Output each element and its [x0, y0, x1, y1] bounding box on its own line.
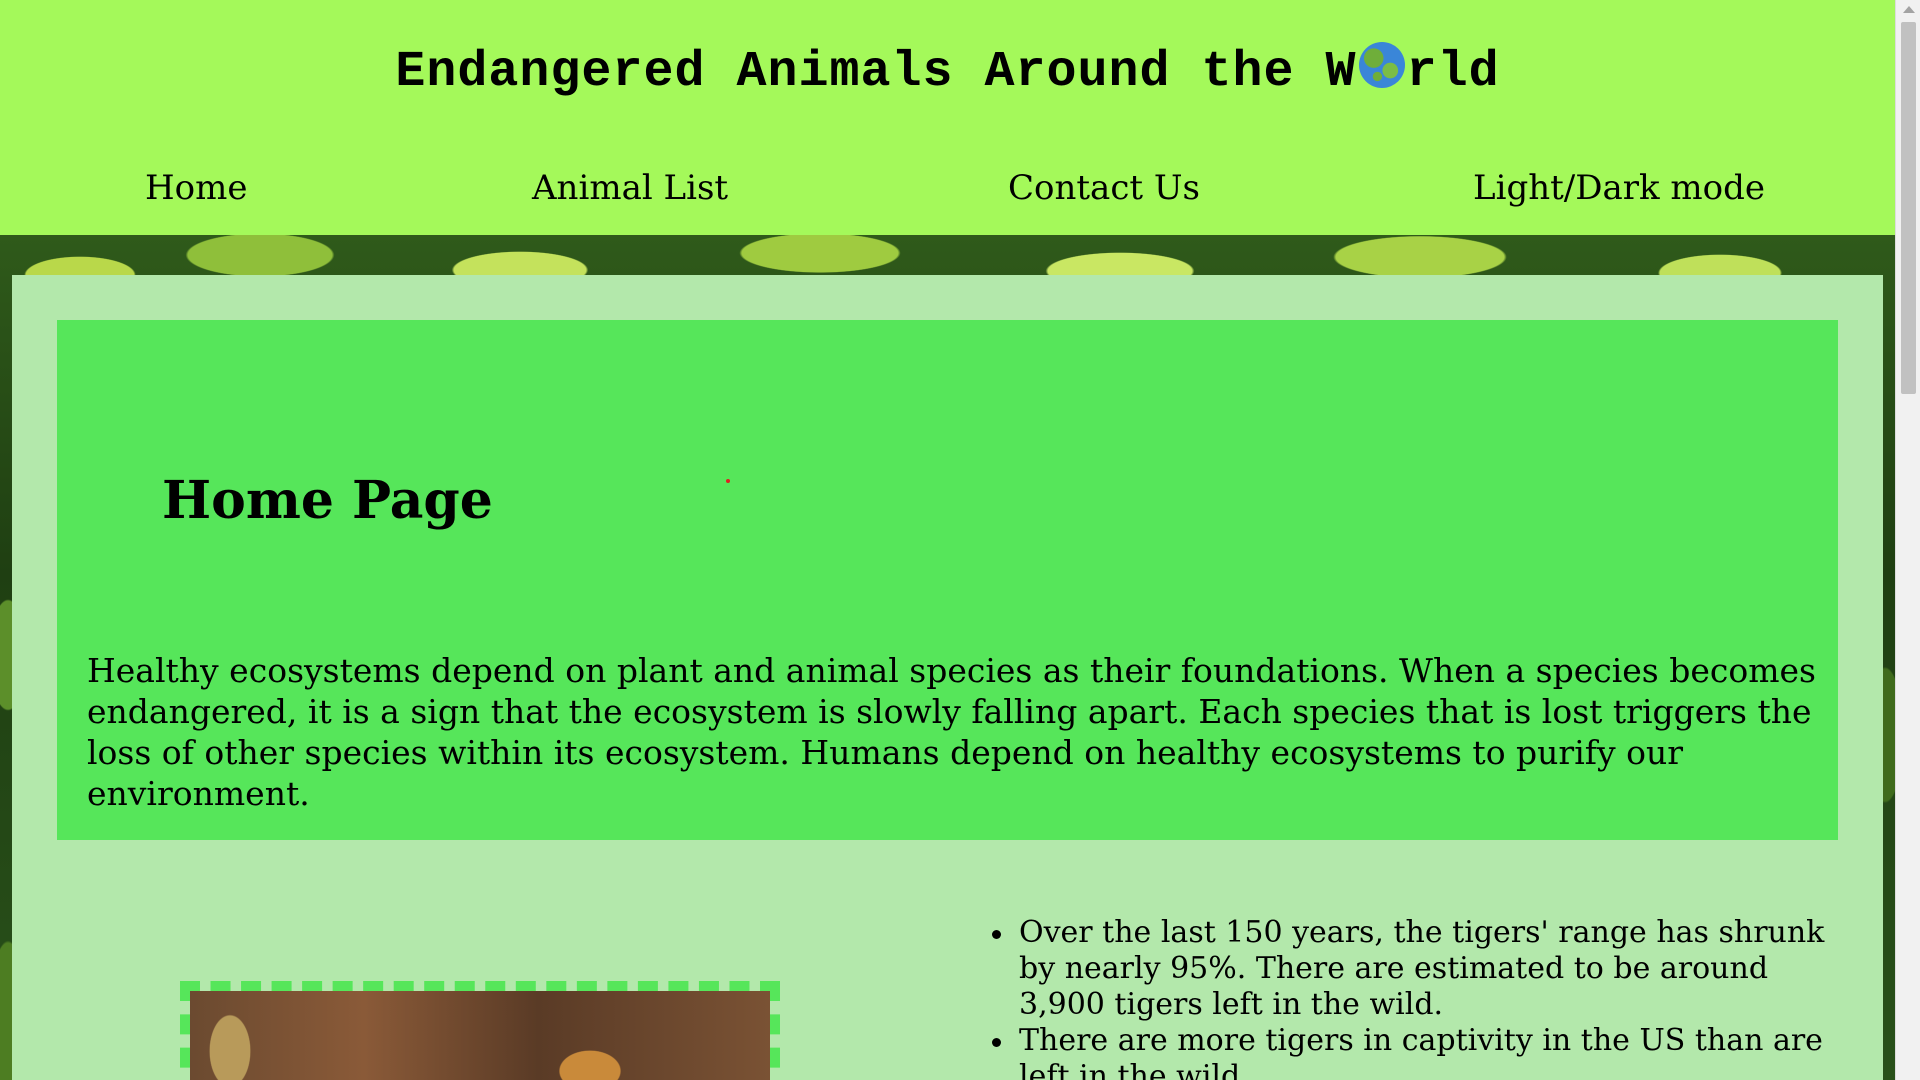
- globe-icon: [1358, 42, 1405, 88]
- main-nav: Home Animal List Contact Us Light/Dark m…: [0, 168, 1895, 220]
- scroll-up-arrow-icon[interactable]: [1903, 6, 1915, 13]
- content-panel: Home Page Healthy ecosystems depend on p…: [12, 275, 1883, 1080]
- site-title-text-start: Endangered Animals Around the W: [395, 44, 1357, 101]
- list-item: There are more tigers in captivity in th…: [992, 1023, 1852, 1080]
- cursor-dot: [726, 479, 730, 483]
- site-header: Endangered Animals Around the W rld Home …: [0, 0, 1895, 235]
- site-title-text-end: rld: [1406, 44, 1500, 101]
- tiger-facts-list: Over the last 150 years, the tigers' ran…: [992, 915, 1852, 1080]
- nav-contact-us-link[interactable]: Contact Us: [1008, 168, 1200, 208]
- list-item: Over the last 150 years, the tigers' ran…: [992, 915, 1852, 1023]
- intro-paragraph: Healthy ecosystems depend on plant and a…: [87, 651, 1816, 813]
- nav-animal-list-link[interactable]: Animal List: [532, 168, 728, 208]
- tiger-photo-frame: [180, 981, 780, 1080]
- hero-section: Home Page Healthy ecosystems depend on p…: [57, 320, 1838, 840]
- tiger-photo: [190, 991, 770, 1080]
- site-title: Endangered Animals Around the W rld: [0, 42, 1895, 101]
- page-title: Home Page: [162, 470, 493, 531]
- scrollbar-thumb[interactable]: [1901, 22, 1916, 394]
- nav-home-link[interactable]: Home: [145, 168, 247, 208]
- vertical-scrollbar[interactable]: [1895, 0, 1920, 1080]
- nav-theme-toggle-link[interactable]: Light/Dark mode: [1473, 168, 1765, 208]
